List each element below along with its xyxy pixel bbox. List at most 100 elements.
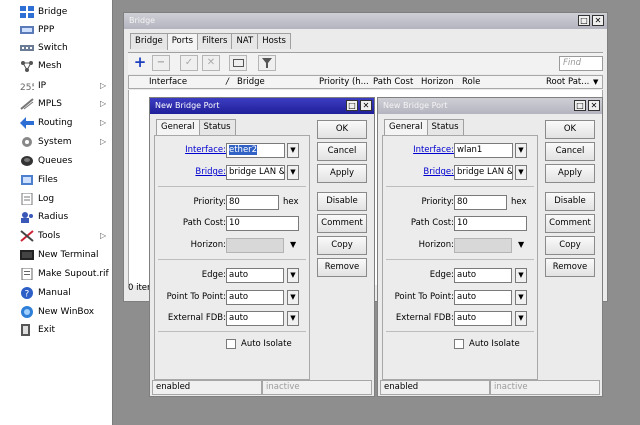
sidebar-item-new-terminal[interactable]: New Terminal — [0, 246, 112, 263]
external-fdb-select[interactable]: auto — [454, 311, 512, 326]
column-chooser-icon[interactable]: ▼ — [593, 76, 598, 88]
remove-button[interactable]: Remove — [317, 258, 367, 277]
point-to-point-select[interactable]: auto — [454, 290, 512, 305]
maximize-button[interactable]: □ — [346, 100, 358, 111]
bridge-select[interactable]: bridge LAN & — [454, 165, 513, 180]
filter-button[interactable] — [258, 55, 276, 71]
bridge-dropdown-button[interactable]: ▼ — [515, 165, 527, 180]
cancel-button[interactable]: Cancel — [545, 142, 595, 161]
path-cost-input[interactable]: 10 — [454, 216, 527, 231]
sidebar-item-new-winbox[interactable]: New WinBox — [0, 303, 112, 320]
auto-isolate-checkbox[interactable] — [454, 339, 464, 349]
external-fdb-dropdown-button[interactable]: ▼ — [515, 311, 527, 326]
sidebar-item-bridge[interactable]: Bridge — [0, 3, 112, 20]
path-cost-input[interactable]: 10 — [226, 216, 299, 231]
horizon-input[interactable] — [454, 238, 512, 253]
close-button[interactable]: ✕ — [360, 100, 372, 111]
sidebar-item-files[interactable]: Files — [0, 171, 112, 188]
sidebar-item-switch[interactable]: Switch — [0, 39, 112, 56]
sidebar-item-ppp[interactable]: PPP — [0, 21, 112, 38]
auto-isolate-checkbox[interactable] — [226, 339, 236, 349]
sidebar-item-exit[interactable]: Exit — [0, 321, 112, 338]
close-button[interactable]: ✕ — [592, 15, 604, 26]
bridge-window-titlebar[interactable]: Bridge — [124, 13, 607, 29]
tab-status[interactable]: Status — [426, 119, 464, 135]
tab-general[interactable]: General — [384, 119, 428, 136]
tab-general[interactable]: General — [156, 119, 200, 136]
horizon-dropdown-icon[interactable]: ▼ — [518, 240, 524, 249]
edge-select[interactable]: auto — [454, 268, 512, 283]
maximize-button[interactable]: □ — [574, 100, 586, 111]
port-window-titlebar[interactable]: New Bridge Port — [150, 98, 374, 114]
copy-button[interactable]: Copy — [545, 236, 595, 255]
sidebar-item-tools[interactable]: Tools ▷ — [0, 227, 112, 244]
sidebar-item-make-supout[interactable]: Make Supout.rif — [0, 265, 112, 282]
bridge-dropdown-button[interactable]: ▼ — [287, 165, 299, 180]
edge-label: Edge: — [429, 270, 454, 280]
comment-button[interactable]: Comment — [545, 214, 595, 233]
external-fdb-dropdown-button[interactable]: ▼ — [287, 311, 299, 326]
point-to-point-dropdown-button[interactable]: ▼ — [287, 290, 299, 305]
col-bridge[interactable]: Bridge — [237, 76, 265, 88]
horizon-input[interactable] — [226, 238, 284, 253]
tab-hosts[interactable]: Hosts — [257, 33, 291, 49]
sidebar-item-mpls[interactable]: MPLS ▷ — [0, 95, 112, 112]
edge-select[interactable]: auto — [226, 268, 284, 283]
add-button[interactable]: + — [132, 55, 148, 71]
interface-label[interactable]: Interface: — [150, 145, 226, 155]
copy-button[interactable]: Copy — [317, 236, 367, 255]
sidebar-item-manual[interactable]: ? Manual — [0, 284, 112, 301]
disable-button[interactable]: ✕ — [202, 55, 220, 71]
sidebar-item-ip[interactable]: 255 IP ▷ — [0, 77, 112, 94]
col-path-cost[interactable]: Path Cost — [373, 76, 413, 88]
bridge-label[interactable]: Bridge: — [378, 167, 454, 177]
comment-button[interactable]: Comment — [317, 214, 367, 233]
point-to-point-select[interactable]: auto — [226, 290, 284, 305]
apply-button[interactable]: Apply — [317, 164, 367, 183]
col-horizon[interactable]: Horizon — [421, 76, 454, 88]
edge-dropdown-button[interactable]: ▼ — [287, 268, 299, 283]
interface-select[interactable]: ether2 — [226, 143, 285, 158]
enable-button[interactable]: ✓ — [180, 55, 198, 71]
bridge-label[interactable]: Bridge: — [150, 167, 226, 177]
disable-button[interactable]: Disable — [317, 192, 367, 211]
interface-dropdown-button[interactable]: ▼ — [287, 143, 299, 158]
interface-dropdown-button[interactable]: ▼ — [515, 143, 527, 158]
tab-status[interactable]: Status — [198, 119, 236, 135]
cancel-button[interactable]: Cancel — [317, 142, 367, 161]
sidebar-item-queues[interactable]: Queues — [0, 152, 112, 169]
col-role[interactable]: Role — [462, 76, 480, 88]
apply-button[interactable]: Apply — [545, 164, 595, 183]
sidebar-item-routing[interactable]: Routing ▷ — [0, 114, 112, 131]
remove-button[interactable]: − — [152, 55, 170, 71]
tab-nat[interactable]: NAT — [231, 33, 259, 49]
find-input[interactable]: Find — [559, 56, 603, 71]
priority-input[interactable]: 80 — [454, 195, 507, 210]
col-priority[interactable]: Priority (h... — [319, 76, 369, 88]
horizon-dropdown-icon[interactable]: ▼ — [290, 240, 296, 249]
tab-filters[interactable]: Filters — [197, 33, 233, 49]
col-interface[interactable]: Interface — [149, 76, 187, 88]
sidebar-item-log[interactable]: Log — [0, 190, 112, 207]
maximize-button[interactable]: □ — [578, 15, 590, 26]
external-fdb-select[interactable]: auto — [226, 311, 284, 326]
sidebar-item-mesh[interactable]: Mesh — [0, 57, 112, 74]
bridge-select[interactable]: bridge LAN & — [226, 165, 285, 180]
remove-button[interactable]: Remove — [545, 258, 595, 277]
col-root-path[interactable]: Root Pat... — [546, 76, 589, 88]
interface-select[interactable]: wlan1 — [454, 143, 513, 158]
ok-button[interactable]: OK — [545, 120, 595, 139]
comment-button[interactable] — [229, 55, 247, 71]
sidebar-item-radius[interactable]: Radius — [0, 208, 112, 225]
ok-button[interactable]: OK — [317, 120, 367, 139]
port-window-titlebar[interactable]: New Bridge Port — [378, 98, 602, 114]
sidebar-item-system[interactable]: System ▷ — [0, 133, 112, 150]
tab-bridge[interactable]: Bridge — [130, 33, 168, 49]
interface-label[interactable]: Interface: — [378, 145, 454, 155]
close-button[interactable]: ✕ — [588, 100, 600, 111]
edge-dropdown-button[interactable]: ▼ — [515, 268, 527, 283]
disable-button[interactable]: Disable — [545, 192, 595, 211]
tab-ports[interactable]: Ports — [166, 33, 198, 50]
priority-input[interactable]: 80 — [226, 195, 279, 210]
point-to-point-dropdown-button[interactable]: ▼ — [515, 290, 527, 305]
